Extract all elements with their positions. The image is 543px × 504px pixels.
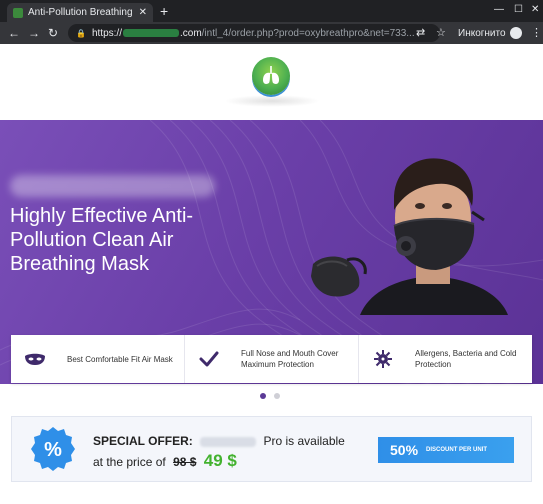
checkmark-icon	[195, 349, 223, 369]
offer-label: SPECIAL OFFER:	[93, 434, 193, 448]
tab-close-icon[interactable]: ✕	[139, 7, 147, 18]
feature-item: Allergens, Bacteria and Cold Protection	[359, 335, 532, 383]
mask-icon	[21, 349, 49, 369]
feature-text: Best Comfortable Fit Air Mask	[67, 354, 173, 364]
model-wearing-mask-image	[360, 158, 508, 315]
price-prefix: at the price of	[93, 455, 166, 469]
old-price: 98 $	[173, 455, 197, 469]
redacted-domain	[122, 28, 179, 37]
discount-ribbon: 50% DISCOUNT PER UNIT	[378, 437, 514, 463]
browser-tab[interactable]: Anti-Pollution Breathing M... ✕	[7, 3, 153, 22]
discount-label: DISCOUNT PER UNIT	[426, 447, 488, 453]
lungs-icon	[263, 66, 279, 84]
site-logo[interactable]	[252, 57, 290, 95]
browser-toolbar: ← → ↻ 🔒 https://.com/intl_4/order.php?pr…	[0, 22, 543, 44]
translate-icon[interactable]: ⇄	[416, 26, 425, 40]
hero-title: Highly Effective Anti-Pollution Clean Ai…	[10, 205, 194, 275]
carousel-pagination	[260, 393, 280, 399]
offer-available-text: Pro is available	[263, 434, 345, 448]
special-offer-box: % SPECIAL OFFER: Pro is available at the…	[11, 416, 532, 482]
address-bar[interactable]: 🔒 https://.com/intl_4/order.php?prod=oxy…	[68, 24, 440, 42]
browser-tab-bar: Anti-Pollution Breathing M... ✕ + — ☐ ✕	[0, 0, 543, 22]
minimize-icon[interactable]: —	[494, 4, 504, 16]
virus-icon	[369, 349, 397, 369]
star-icon[interactable]: ☆	[436, 26, 446, 40]
new-tab-button[interactable]: +	[160, 3, 168, 19]
incognito-avatar-icon[interactable]	[510, 27, 522, 39]
url-text: https://.com/intl_4/order.php?prod=oxybr…	[91, 27, 415, 39]
carousel-dot[interactable]	[260, 393, 266, 399]
reload-button[interactable]: ↻	[48, 25, 58, 41]
carousel-dot[interactable]	[274, 393, 280, 399]
feature-text: Allergens, Bacteria and Cold Protection	[415, 349, 517, 369]
offer-price-line: at the price of 98 $ 49 $	[93, 451, 237, 471]
menu-icon[interactable]: ⋮	[531, 26, 542, 39]
logo-shadow	[224, 95, 320, 107]
maximize-icon[interactable]: ☐	[514, 4, 523, 16]
features-bar: Best Comfortable Fit Air Mask Full Nose …	[11, 335, 532, 383]
lock-icon: 🔒	[76, 28, 86, 38]
tab-title: Anti-Pollution Breathing M...	[28, 7, 135, 18]
feature-text: Full Nose and Mouth Cover Maximum Protec…	[241, 349, 339, 369]
discount-percent: 50%	[390, 442, 419, 458]
offer-headline: SPECIAL OFFER: Pro is available	[93, 434, 345, 448]
incognito-label[interactable]: Инкогнито	[458, 28, 506, 39]
feature-item: Best Comfortable Fit Air Mask	[11, 335, 185, 383]
redacted-product-name	[200, 436, 257, 447]
new-price: 49 $	[203, 451, 237, 470]
redacted-text	[10, 175, 215, 197]
percent-badge-icon: %	[31, 427, 75, 471]
badge-symbol: %	[44, 439, 62, 461]
feature-item: Full Nose and Mouth Cover Maximum Protec…	[185, 335, 359, 383]
back-button[interactable]: ←	[8, 25, 20, 41]
close-window-icon[interactable]: ✕	[531, 4, 539, 16]
favicon-icon	[13, 7, 23, 18]
forward-button[interactable]: →	[28, 25, 40, 41]
